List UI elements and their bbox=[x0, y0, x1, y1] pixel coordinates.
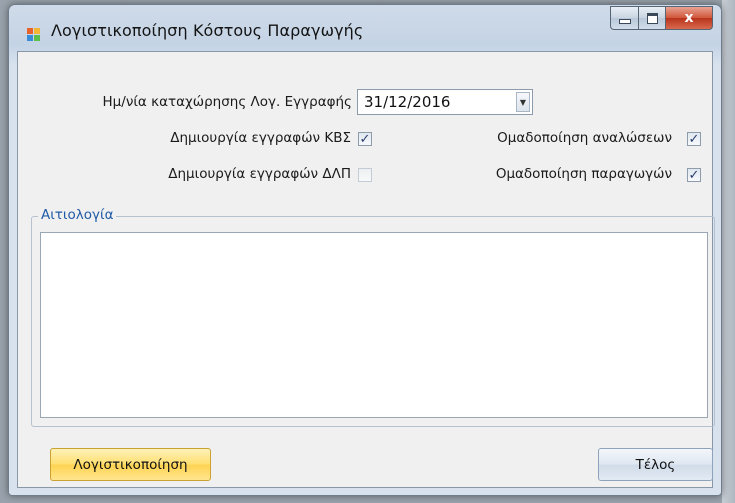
caption-buttons: x bbox=[610, 6, 713, 30]
option-label-kbs: Δημιουργία εγγραφών ΚΒΣ bbox=[170, 130, 351, 146]
date-value[interactable]: 31/12/2016 bbox=[364, 93, 450, 111]
check-icon: ✓ bbox=[688, 167, 700, 183]
minimize-button[interactable] bbox=[610, 6, 638, 30]
date-label: Ημ/νία καταχώρησης Λογ. Εγγραφής bbox=[102, 94, 352, 110]
option-label-group-production: Ομαδοποίηση παραγωγών bbox=[495, 166, 672, 182]
option-label-dlp: Δημιουργία εγγραφών ΔΛΠ bbox=[168, 166, 351, 182]
checkbox-kbs[interactable]: ✓ bbox=[358, 132, 372, 146]
desktop-background bbox=[722, 0, 735, 503]
close-button[interactable]: x bbox=[665, 6, 713, 30]
checkbox-group-consumption[interactable]: ✓ bbox=[687, 132, 701, 146]
reason-textarea[interactable] bbox=[40, 232, 708, 418]
close-icon: x bbox=[684, 10, 694, 26]
reason-group-title: Αιτιολογία bbox=[38, 207, 117, 223]
date-picker[interactable]: 31/12/2016 ▼ bbox=[357, 89, 533, 115]
checkbox-group-production[interactable]: ✓ bbox=[687, 168, 701, 182]
check-icon: ✓ bbox=[688, 131, 700, 147]
maximize-button[interactable] bbox=[638, 6, 665, 30]
maximize-icon bbox=[646, 12, 658, 24]
chevron-down-icon[interactable]: ▼ bbox=[516, 92, 530, 112]
app-grid-icon bbox=[27, 28, 41, 42]
window-title: Λογιστικοποίηση Κόστους Παραγωγής bbox=[51, 21, 364, 40]
minimize-icon bbox=[618, 19, 631, 24]
title-bar[interactable]: Λογιστικοποίηση Κόστους Παραγωγής x bbox=[9, 5, 721, 51]
end-button[interactable]: Τέλος bbox=[598, 448, 713, 481]
post-button[interactable]: Λογιστικοποίηση bbox=[50, 448, 211, 481]
check-icon: ✓ bbox=[359, 131, 371, 147]
option-label-group-consumption: Ομαδοποίηση αναλώσεων bbox=[497, 130, 672, 146]
checkbox-dlp[interactable] bbox=[358, 168, 372, 182]
